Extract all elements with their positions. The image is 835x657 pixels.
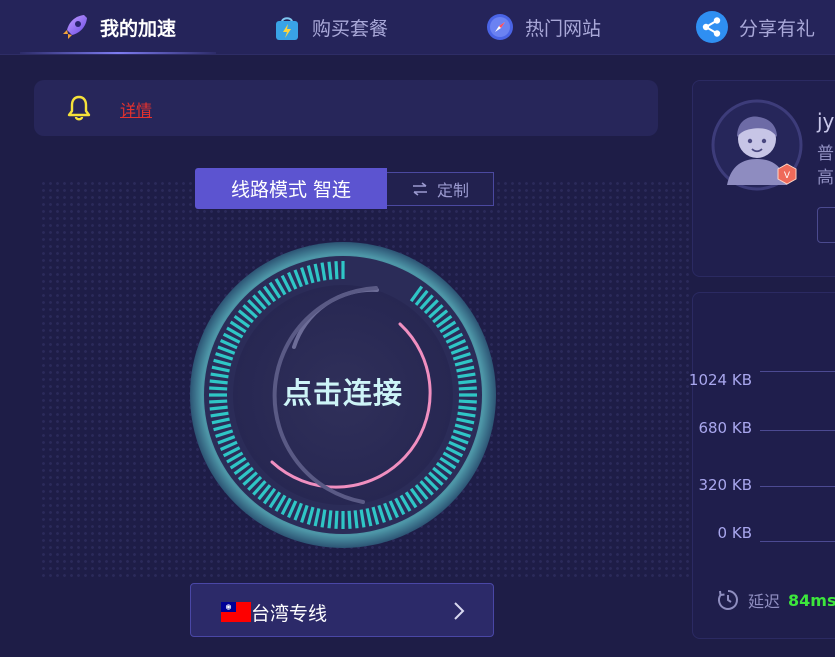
- dial-tick: [327, 261, 333, 280]
- dial-tick: [458, 399, 477, 404]
- dial-tick: [327, 510, 333, 529]
- custom-mode-label: 定制: [436, 181, 469, 200]
- swap-icon: [411, 182, 429, 196]
- dial-tick: [458, 386, 477, 391]
- dial-tick: [334, 510, 339, 529]
- tab-label: 热门网站: [525, 17, 602, 40]
- tab-label: 购买套餐: [312, 17, 389, 40]
- user-level: 高: [817, 168, 834, 188]
- user-card: V jyx 普 高: [692, 80, 835, 277]
- dial-tick: [334, 261, 339, 280]
- rocket-icon: [60, 12, 90, 42]
- line-selector[interactable]: 台湾专线: [190, 583, 494, 637]
- shopping-bag-icon: [272, 12, 302, 42]
- tab-label: 我的加速: [99, 17, 176, 40]
- dial-tick: [209, 399, 228, 404]
- traffic-tick-label: 0 KB: [717, 524, 752, 542]
- traffic-tick-label: 680 KB: [698, 419, 752, 437]
- top-nav: 我的加速 购买套餐 热门网站 分享有礼: [0, 0, 835, 55]
- latency-value: 84ms: [788, 590, 835, 610]
- tab-share-gift[interactable]: 分享有礼: [695, 0, 815, 54]
- taiwan-flag-icon: [221, 602, 251, 622]
- traffic-grid-line: [760, 371, 835, 372]
- dial-tick: [347, 510, 352, 529]
- dial-tick: [209, 405, 228, 411]
- notice-details-link[interactable]: 详情: [120, 97, 152, 121]
- user-type: 普: [817, 144, 834, 164]
- latency-indicator: 延迟 84ms: [716, 588, 835, 612]
- latency-label: 延迟: [748, 592, 781, 611]
- chevron-right-icon: [453, 601, 465, 621]
- dial-tick: [209, 379, 228, 385]
- user-action-button[interactable]: [817, 207, 835, 243]
- line-mode-smart-button[interactable]: 线路模式 智连: [195, 168, 387, 209]
- share-icon: [695, 10, 729, 44]
- compass-icon: [485, 12, 515, 42]
- vip-badge-icon: V: [777, 163, 797, 185]
- traffic-card: [692, 292, 835, 639]
- dial-tick: [209, 386, 228, 391]
- dial-tick: [353, 510, 359, 529]
- traffic-tick-label: 320 KB: [698, 476, 752, 494]
- bell-icon: [66, 94, 92, 122]
- traffic-grid-line: [760, 430, 835, 431]
- traffic-grid-line: [760, 541, 835, 542]
- dial-tick: [458, 379, 477, 385]
- tab-hot-sites[interactable]: 热门网站: [485, 0, 601, 54]
- traffic-tick-label: 1024 KB: [688, 371, 752, 389]
- svg-text:V: V: [784, 171, 791, 181]
- notice-bar: 详情: [34, 80, 658, 136]
- username: jyx: [817, 109, 835, 133]
- traffic-grid-line: [760, 486, 835, 487]
- tab-my-acceleration[interactable]: 我的加速: [20, 0, 216, 54]
- timer-icon: [716, 588, 740, 612]
- tab-buy-plan[interactable]: 购买套餐: [272, 0, 388, 54]
- dial-tick: [458, 405, 477, 411]
- tab-label: 分享有礼: [739, 17, 816, 40]
- custom-mode-button[interactable]: 定制: [387, 172, 494, 206]
- connect-label[interactable]: 点击连接: [238, 370, 448, 412]
- line-label: 台湾专线: [251, 603, 328, 625]
